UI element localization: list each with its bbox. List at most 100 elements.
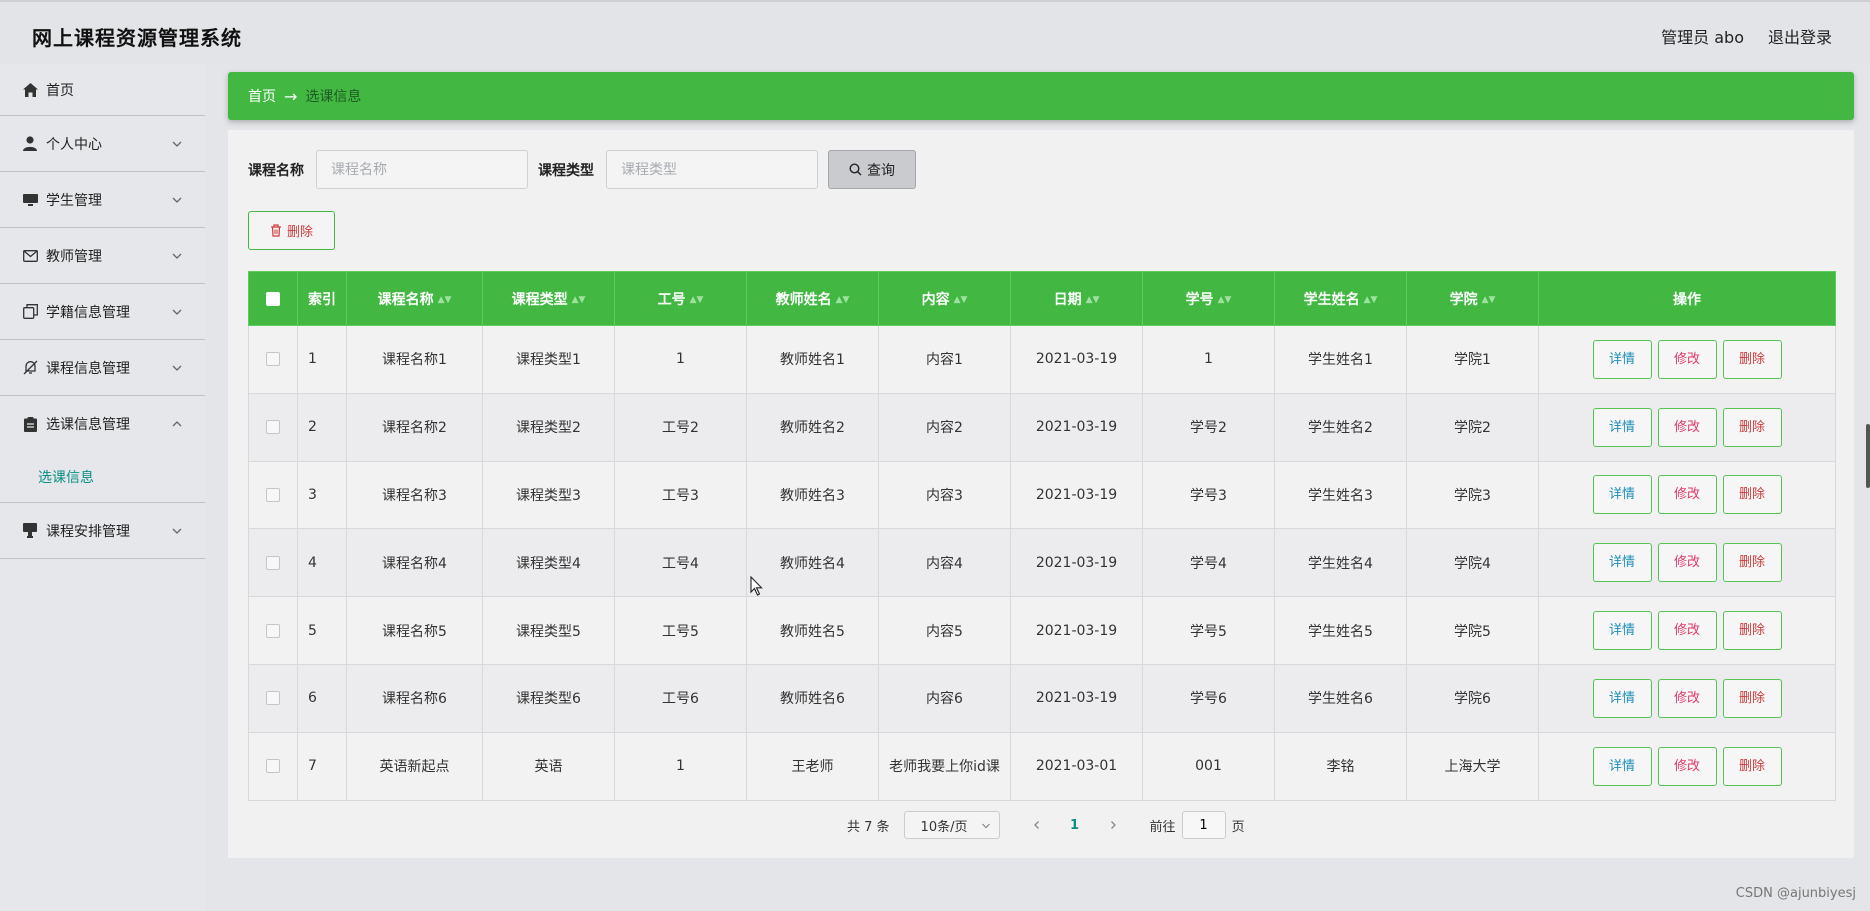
edit-button[interactable]: 修改 (1657, 611, 1717, 651)
delete-button[interactable]: 删除 (1722, 746, 1782, 786)
column-header-label: 学号 (1185, 291, 1214, 308)
page-size-select[interactable]: 10条/页 (903, 811, 1000, 839)
cell-content: 内容4 (878, 528, 1011, 598)
row-checkbox[interactable] (266, 759, 280, 774)
course-name-input[interactable] (316, 150, 528, 189)
row-checkbox[interactable] (266, 623, 280, 638)
page-number-current[interactable]: 1 (1060, 811, 1090, 839)
edit-button[interactable]: 修改 (1657, 339, 1717, 379)
cell-course-name: 课程名称5 (346, 596, 483, 665)
delete-button[interactable]: 删除 (1722, 407, 1782, 447)
sort-icon[interactable]: ▲▼ (1482, 295, 1496, 305)
breadcrumb-home[interactable]: 首页 (248, 86, 276, 106)
row-checkbox[interactable] (266, 691, 280, 706)
sidebar-item-enrollment-info[interactable]: 学籍信息管理 (0, 284, 205, 340)
cell-college: 学院3 (1406, 460, 1539, 530)
detail-button[interactable]: 详情 (1592, 678, 1652, 718)
delete-button[interactable]: 删除 (1722, 611, 1782, 651)
sidebar-item-selection-management[interactable]: 选课信息管理 (0, 396, 205, 452)
detail-button[interactable]: 详情 (1592, 746, 1652, 786)
column-header-student-name[interactable]: 学生姓名 ▲▼ (1274, 271, 1407, 326)
row-checkbox[interactable] (266, 352, 280, 367)
row-checkbox[interactable] (266, 420, 280, 435)
cell-student-name: 学生姓名1 (1274, 325, 1407, 394)
scrollbar-thumb[interactable] (1866, 424, 1870, 488)
row-checkbox[interactable] (266, 487, 280, 502)
cell-content: 内容5 (878, 596, 1011, 665)
cell-student-id: 学号4 (1142, 528, 1275, 598)
edit-button[interactable]: 修改 (1657, 746, 1717, 786)
detail-button[interactable]: 详情 (1592, 611, 1652, 651)
delete-button[interactable]: 删除 (1722, 339, 1782, 379)
edit-button[interactable]: 修改 (1657, 475, 1717, 515)
sort-icon[interactable]: ▲▼ (1218, 295, 1232, 305)
row-checkbox[interactable] (266, 555, 280, 570)
prev-page-button[interactable] (1022, 811, 1052, 839)
sidebar-item-personal-center[interactable]: 个人中心 (0, 116, 205, 172)
sidebar-item-teacher-management[interactable]: 教师管理 (0, 228, 205, 284)
row-checkbox-cell[interactable] (248, 460, 298, 530)
cell-staff-id: 工号2 (614, 392, 747, 462)
header-actions: 管理员 abo 退出登录 (1661, 24, 1832, 48)
sort-icon[interactable]: ▲▼ (836, 295, 850, 305)
batch-delete-button[interactable]: 删除 (248, 211, 335, 250)
column-header-date[interactable]: 日期 ▲▼ (1010, 271, 1143, 326)
course-type-input[interactable] (606, 150, 818, 189)
goto-page-input[interactable] (1181, 811, 1226, 839)
detail-button[interactable]: 详情 (1592, 339, 1652, 379)
delete-button[interactable]: 删除 (1722, 543, 1782, 583)
cell-course-type: 课程类型6 (482, 663, 615, 733)
detail-button[interactable]: 详情 (1592, 475, 1652, 515)
table-row: 2 课程名称2 课程类型2 工号2 教师姓名2 内容2 2021-03-19 学号2 学生姓名2… (248, 392, 1836, 462)
cell-course-type: 课程类型3 (482, 460, 615, 530)
column-header-course-name[interactable]: 课程名称 ▲▼ (346, 271, 483, 326)
row-checkbox-cell[interactable] (248, 663, 298, 733)
column-header-content[interactable]: 内容 ▲▼ (878, 271, 1011, 326)
user-label[interactable]: 管理员 abo (1661, 24, 1744, 48)
select-all-checkbox-cell[interactable] (248, 271, 298, 326)
column-header-student-id[interactable]: 学号 ▲▼ (1142, 271, 1275, 326)
logout-link[interactable]: 退出登录 (1768, 24, 1832, 48)
sort-icon[interactable]: ▲▼ (954, 295, 968, 305)
row-checkbox-cell[interactable] (248, 325, 298, 394)
select-all-checkbox[interactable] (266, 291, 280, 306)
chevron-right-icon (1110, 821, 1116, 829)
sort-icon[interactable]: ▲▼ (1086, 295, 1100, 305)
row-checkbox-cell[interactable] (248, 731, 298, 801)
next-page-button[interactable] (1098, 811, 1128, 839)
delete-button[interactable]: 删除 (1722, 678, 1782, 718)
cell-teacher-name: 王老师 (746, 731, 879, 801)
column-header-teacher-name[interactable]: 教师姓名 ▲▼ (746, 271, 879, 326)
sort-icon[interactable]: ▲▼ (572, 295, 586, 305)
row-checkbox-cell[interactable] (248, 596, 298, 665)
column-header-staff-id[interactable]: 工号 ▲▼ (614, 271, 747, 326)
row-checkbox-cell[interactable] (248, 528, 298, 598)
sidebar-item-schedule-management[interactable]: 课程安排管理 (0, 503, 205, 559)
top-bar: 网上课程资源管理系统 管理员 abo 退出登录 (0, 0, 1870, 64)
delete-button[interactable]: 删除 (1722, 475, 1782, 515)
sort-icon[interactable]: ▲▼ (690, 295, 704, 305)
cell-teacher-name: 教师姓名6 (746, 663, 879, 733)
detail-button[interactable]: 详情 (1592, 543, 1652, 583)
edit-button[interactable]: 修改 (1657, 407, 1717, 447)
sidebar-item-home[interactable]: 首页 (0, 64, 205, 116)
query-button[interactable]: 查询 (828, 150, 916, 189)
column-header-label: 学生姓名 (1303, 291, 1360, 308)
bell-off-icon (22, 360, 38, 376)
sort-icon[interactable]: ▲▼ (1364, 295, 1378, 305)
column-header-college[interactable]: 学院 ▲▼ (1406, 271, 1539, 326)
detail-button[interactable]: 详情 (1592, 407, 1652, 447)
chevron-down-icon (172, 253, 182, 259)
sidebar-item-student-management[interactable]: 学生管理 (0, 172, 205, 228)
column-header-index: 索引 (297, 271, 347, 326)
edit-button[interactable]: 修改 (1657, 678, 1717, 718)
column-header-label: 工号 (657, 291, 686, 308)
sidebar-subitem-selection-info[interactable]: 选课信息 (0, 452, 205, 502)
sidebar-item-course-info[interactable]: 课程信息管理 (0, 340, 205, 396)
column-header-course-type[interactable]: 课程类型 ▲▼ (482, 271, 615, 326)
sort-icon[interactable]: ▲▼ (438, 295, 452, 305)
edit-button[interactable]: 修改 (1657, 543, 1717, 583)
row-checkbox-cell[interactable] (248, 392, 298, 462)
cell-date: 2021-03-19 (1010, 460, 1143, 530)
cell-student-id: 学号5 (1142, 596, 1275, 665)
